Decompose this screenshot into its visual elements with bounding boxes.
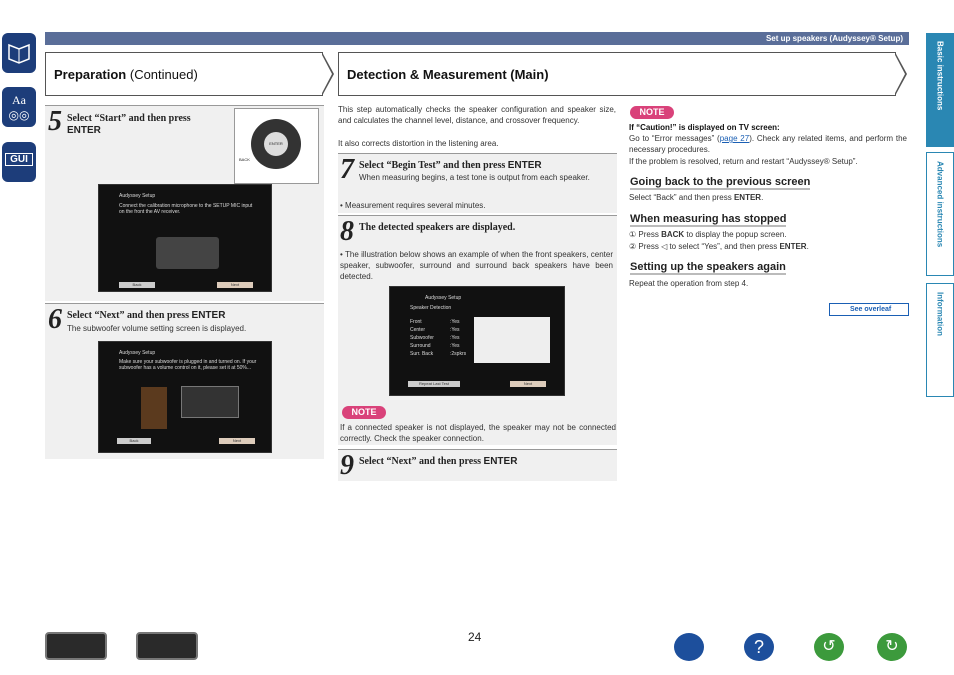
step-9-number: 9 — [340, 450, 354, 481]
step-6-number: 6 — [48, 304, 62, 335]
stopped-step-2: ② Press ◁ to select “Yes”, and then pres… — [629, 242, 809, 251]
step-6-screen: Audyssey Setup Make sure your subwoofer … — [98, 341, 272, 453]
next-button: Next — [510, 381, 546, 387]
step-8-bullet: • The illustration below shows an exampl… — [340, 250, 613, 281]
enter-button: ENTER — [264, 132, 288, 156]
tab-information[interactable]: Information — [926, 283, 954, 397]
forward-arrow-icon[interactable]: ↻ — [877, 633, 907, 661]
contents-icon[interactable] — [2, 33, 36, 73]
setup-again-text: Repeat the operation from step 4. — [629, 279, 749, 288]
going-back-heading: Going back to the previous screen — [630, 176, 811, 190]
step-5-number: 5 — [48, 106, 62, 137]
caution-text-3: If the problem is resolved, return and r… — [629, 157, 858, 166]
help-icon[interactable]: ? — [744, 633, 774, 661]
gui-icon[interactable]: GUI — [2, 142, 36, 182]
stopped-step-1: ① Press BACK to display the popup screen… — [629, 230, 787, 239]
step-7-desc: When measuring begins, a test tone is ou… — [359, 173, 590, 182]
see-overleaf-label: See overleaf — [850, 306, 892, 313]
step-8-text: The detected speakers are displayed. — [359, 222, 516, 233]
left-section-header: Preparation (Continued) — [45, 52, 334, 96]
page-27-link[interactable]: page 27 — [720, 134, 749, 143]
left-header-title: Preparation (Continued) — [54, 67, 198, 82]
back-button: Back — [117, 438, 151, 444]
step-5-text: Select “Start” and then press ENTER — [67, 113, 191, 136]
step-7-text: Select “Begin Test” and then press ENTER — [359, 160, 542, 171]
step-8-number: 8 — [340, 216, 354, 247]
step-7-number: 7 — [340, 154, 354, 185]
note-badge: NOTE — [630, 106, 674, 119]
measuring-stopped-heading: When measuring has stopped — [630, 213, 787, 227]
step-6: 6 Select “Next” and then press ENTER The… — [45, 303, 324, 459]
repeat-last-test-button: Repeat Last Test — [408, 381, 460, 387]
step-9: 9 Select “Next” and then press ENTER — [338, 449, 617, 481]
note-badge: NOTE — [342, 406, 386, 419]
page-number: 24 — [468, 630, 482, 644]
step-5-screen: Audyssey Setup Connect the calibration m… — [98, 184, 272, 292]
note-text: If a connected speaker is not displayed,… — [340, 423, 616, 443]
right-header-title: Detection & Measurement (Main) — [347, 67, 549, 82]
index-icon[interactable]: Aa ◎◎ — [2, 87, 36, 127]
step-6-text: Select “Next” and then press ENTER — [67, 310, 226, 321]
step-9-text: Select “Next” and then press ENTER — [359, 456, 518, 467]
back-button-label: BACK — [239, 157, 250, 162]
step-6-desc: The subwoofer volume setting screen is d… — [67, 324, 247, 333]
next-button: Next — [219, 438, 255, 444]
see-overleaf-link[interactable]: See overleaf — [829, 303, 909, 316]
back-button: Back — [119, 282, 155, 288]
speaker-detection-screen: Audyssey Setup Speaker Detection Front:Y… — [389, 286, 565, 396]
step-7: 7 Select “Begin Test” and then press ENT… — [338, 153, 617, 213]
intro-text: This step automatically checks the speak… — [338, 105, 616, 125]
intro-text-2: It also corrects distortion in the liste… — [338, 139, 499, 148]
contents-book-icon[interactable] — [674, 633, 704, 661]
next-button: Next — [217, 282, 253, 288]
caution-text: Go to “Error messages” (page 27). Check … — [629, 134, 907, 154]
going-back-text: Select “Back” and then press ENTER. — [629, 193, 764, 202]
step-7-bullet: • Measurement requires several minutes. — [340, 201, 486, 210]
tab-advanced-instructions[interactable]: Advanced instructions — [926, 152, 954, 276]
remote-illustration: ENTER BACK — [234, 108, 319, 184]
back-arrow-icon[interactable]: ↺ — [814, 633, 844, 661]
speaker-layout-illustration — [474, 317, 550, 363]
section-bar: Set up speakers (Audyssey® Setup) — [45, 32, 909, 45]
right-section-header: Detection & Measurement (Main) — [338, 52, 907, 96]
step-5: 5 Select “Start” and then press ENTER EN… — [45, 105, 324, 301]
tab-basic-instructions[interactable]: Basic instructions — [926, 33, 954, 147]
setup-again-heading: Setting up the speakers again — [630, 261, 786, 275]
front-panel-icon[interactable] — [45, 632, 107, 660]
caution-title: If “Caution!” is displayed on TV screen: — [629, 123, 780, 132]
remote-control-icon[interactable] — [136, 632, 198, 660]
